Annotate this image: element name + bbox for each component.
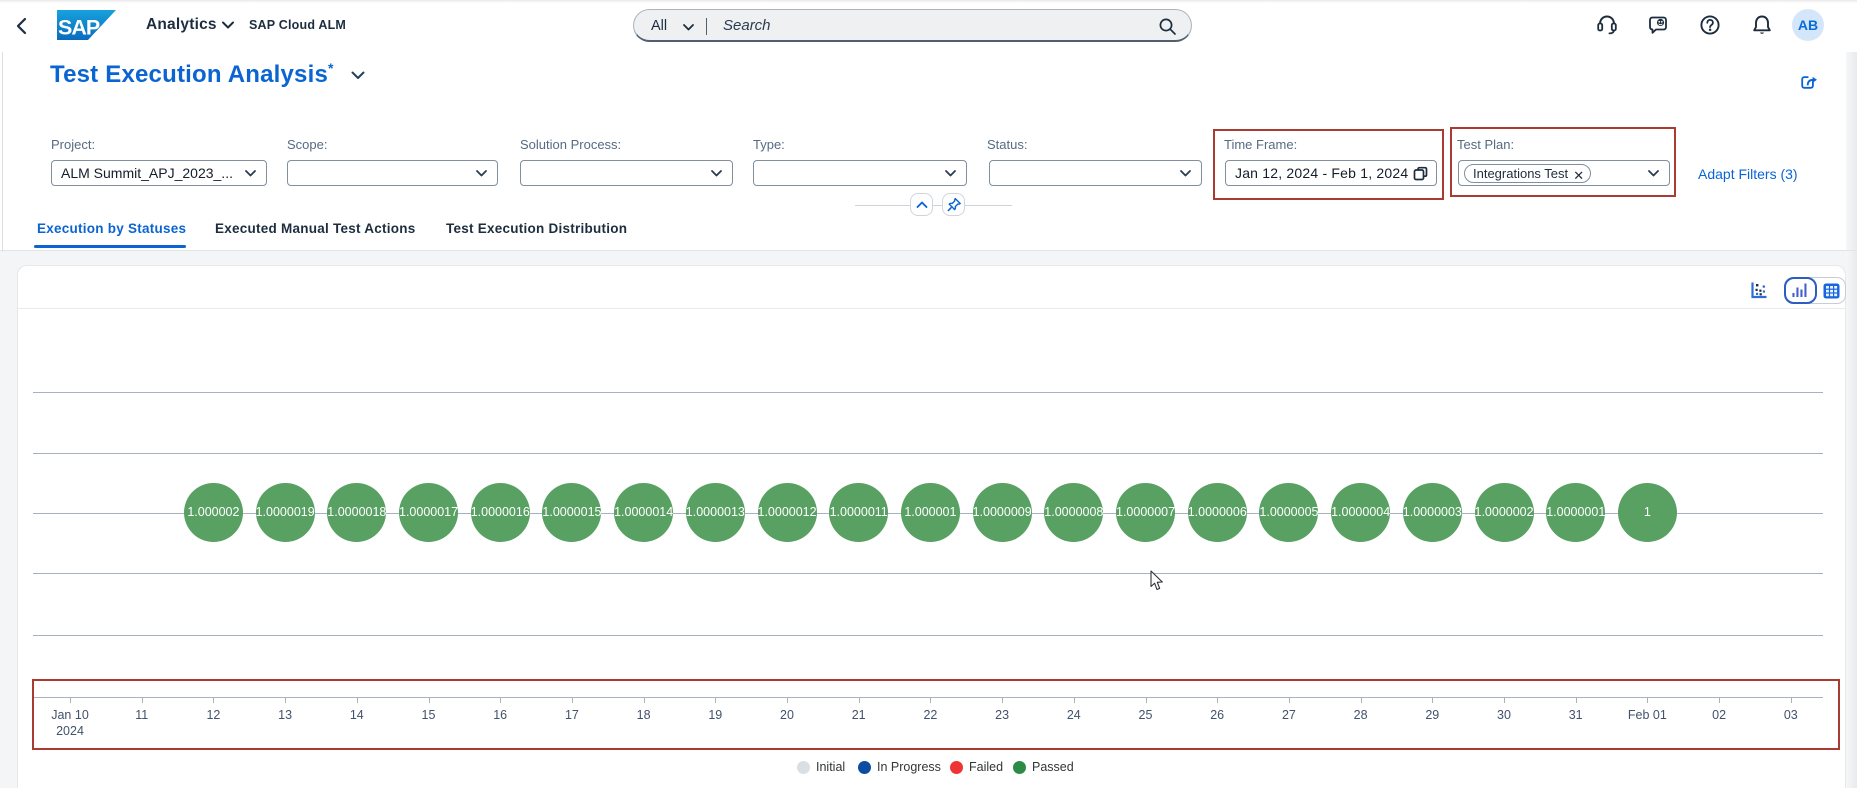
svg-text:SAP: SAP (58, 16, 100, 40)
